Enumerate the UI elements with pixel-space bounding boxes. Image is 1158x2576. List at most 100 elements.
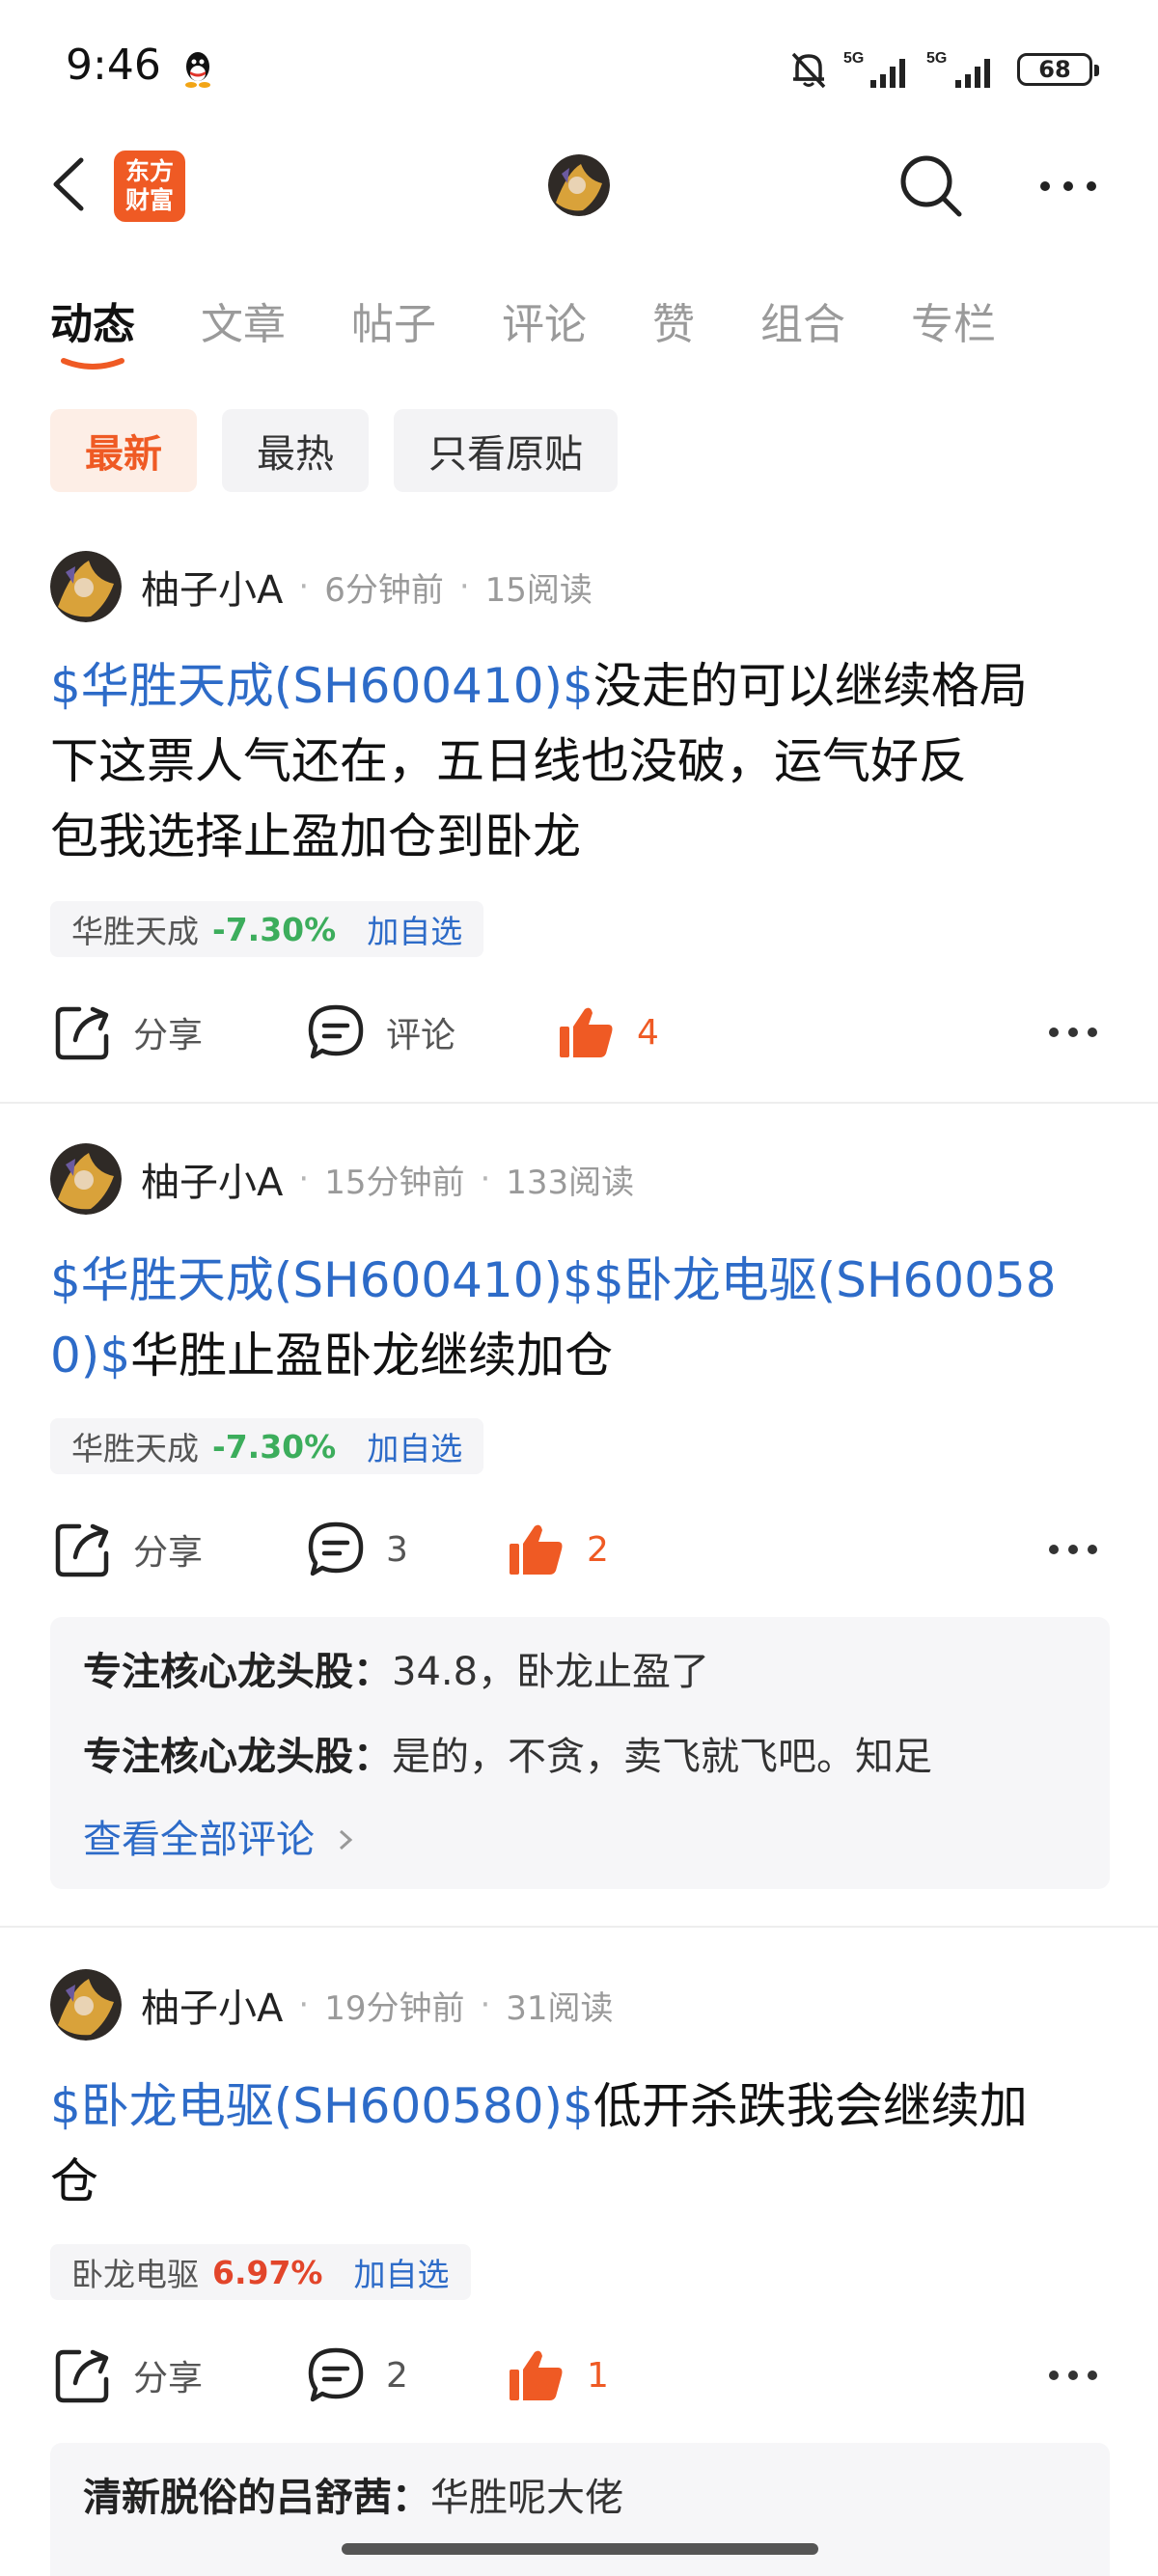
stock-tag[interactable]: 华胜天成 -7.30% 加自选 [50, 901, 484, 957]
post-text: 低开杀跌我会继续加 [593, 2078, 1028, 2134]
comment-author[interactable]: 专注核心龙头股： [83, 1650, 392, 1694]
tab-column[interactable]: 专栏 [911, 289, 996, 351]
post-text: 包我选择止盈加仓到卧龙 [50, 808, 581, 864]
more-options-icon[interactable] [1048, 1544, 1098, 1555]
post-content[interactable]: $华胜天成(SH600410)$$卧龙电驱(SH60058 0)$华胜止盈卧龙继… [50, 1243, 1112, 1393]
tab-posts[interactable]: 帖子 [351, 289, 436, 351]
tab-comments[interactable]: 评论 [502, 289, 587, 351]
more-icon[interactable] [1038, 179, 1098, 193]
back-arrow-icon[interactable] [48, 154, 91, 214]
comment-text: 是的，不贪，卖飞就飞吧。知足 [392, 1735, 932, 1779]
tab-likes[interactable]: 赞 [652, 289, 695, 351]
comment-item: 清新脱俗的吕舒茜：华胜呢大佬 [83, 2466, 623, 2522]
post-time: 6分钟前 [324, 570, 444, 610]
add-watchlist-button[interactable]: 加自选 [367, 906, 462, 952]
share-button[interactable]: 分享 [54, 994, 203, 1071]
battery-indicator: 68 [1017, 53, 1099, 86]
author-name[interactable]: 柚子小A [141, 1151, 283, 1207]
stock-link[interactable]: $卧龙电驱(SH600580)$ [50, 2078, 593, 2134]
read-count: 31阅读 [506, 1988, 614, 2028]
comment-preview[interactable]: 专注核心龙头股：34.8，卧龙止盈了 专注核心龙头股：是的，不贪，卖飞就飞吧。知… [50, 1617, 1110, 1889]
comment-author[interactable]: 清新脱俗的吕舒茜： [83, 2476, 430, 2520]
separator-dot: · [298, 1160, 310, 1198]
read-count: 133阅读 [506, 1163, 635, 1202]
filter-original-only[interactable]: 只看原贴 [394, 409, 618, 492]
stock-name: 卧龙电驱 [71, 2256, 199, 2293]
add-watchlist-button[interactable]: 加自选 [354, 2249, 450, 2295]
status-time: 9:46 [66, 41, 161, 90]
search-icon[interactable] [896, 151, 965, 220]
add-watchlist-button[interactable]: 加自选 [367, 1423, 462, 1469]
more-options-icon[interactable] [1048, 2370, 1098, 2381]
tab-dynamics[interactable]: 动态 [50, 289, 135, 351]
like-button[interactable]: 2 [508, 1511, 609, 1588]
thumbs-up-icon [510, 2350, 563, 2400]
tab-articles[interactable]: 文章 [201, 289, 286, 351]
stock-link[interactable]: $华胜天成(SH600410)$ [50, 658, 593, 714]
home-indicator[interactable] [342, 2543, 818, 2555]
filter-latest[interactable]: 最新 [50, 409, 197, 492]
like-button[interactable]: 1 [508, 2337, 609, 2414]
comment-button[interactable]: 3 [307, 1511, 408, 1588]
view-all-comments-link[interactable]: 查看全部评论 [83, 1808, 354, 1864]
stock-change: -7.30% [212, 910, 337, 948]
share-icon [55, 1006, 109, 1060]
signal-label-2: 5G [926, 50, 947, 67]
comment-button[interactable]: 评论 [307, 994, 455, 1071]
share-icon [55, 1523, 109, 1577]
comment-button[interactable]: 2 [307, 2337, 408, 2414]
comment-item: 专注核心龙头股：是的，不贪，卖飞就飞吧。知足 [83, 1725, 932, 1781]
separator-dot: · [458, 567, 470, 606]
stock-change: 6.97% [212, 2253, 323, 2291]
stock-link[interactable]: $华胜天成(SH600410)$$卧龙电驱(SH60058 [50, 1243, 1112, 1318]
chevron-right-icon [339, 1829, 352, 1850]
comment-label: 评论 [386, 1016, 456, 1055]
comment-count: 2 [386, 2355, 408, 2396]
author-name[interactable]: 柚子小A [141, 559, 283, 615]
post-time: 19分钟前 [324, 1988, 465, 2028]
comment-preview[interactable]: 清新脱俗的吕舒茜：华胜呢大佬 [50, 2443, 1110, 2576]
share-button[interactable]: 分享 [54, 2337, 203, 2414]
separator-dot: · [480, 1160, 491, 1198]
post-meta: 柚子小A · 19分钟前 · 31阅读 [50, 1968, 614, 2042]
post-text: 华胜止盈卧龙继续加仓 [130, 1328, 614, 1384]
signal-5g-icon: 5G [843, 50, 905, 88]
logo-text-2: 财富 [124, 186, 174, 214]
tab-bar: 动态 文章 帖子 评论 赞 组合 专栏 [50, 289, 1062, 351]
like-count: 2 [587, 1529, 609, 1570]
tab-active-indicator [61, 358, 124, 370]
stock-tag[interactable]: 华胜天成 -7.30% 加自选 [50, 1418, 484, 1474]
post-content[interactable]: $华胜天成(SH600410)$没走的可以继续格局 下这票人气还在，五日线也没破… [50, 648, 1112, 874]
post-text: 仓 [50, 2153, 98, 2209]
like-button[interactable]: 4 [558, 994, 659, 1071]
avatar[interactable] [50, 1143, 122, 1215]
post-meta: 柚子小A · 6分钟前 · 15阅读 [50, 550, 593, 623]
signal-label-1: 5G [843, 50, 864, 67]
post-text: 没走的可以继续格局 [593, 658, 1028, 714]
avatar[interactable] [50, 1969, 122, 2041]
stock-change: -7.30% [212, 1427, 337, 1466]
comment-icon [308, 1004, 364, 1059]
comment-author[interactable]: 专注核心龙头股： [83, 1735, 392, 1779]
separator-dot: · [298, 567, 310, 606]
post-actions: 分享 3 2 [50, 1511, 1112, 1588]
stock-link[interactable]: 0)$ [50, 1328, 130, 1384]
stock-name: 华胜天成 [71, 913, 199, 950]
comment-icon [308, 1521, 364, 1576]
like-count: 1 [587, 2355, 609, 2396]
share-label: 分享 [133, 1016, 204, 1055]
separator-dot: · [298, 1986, 310, 2024]
comment-text: 34.8，卧龙止盈了 [392, 1650, 710, 1694]
profile-avatar[interactable] [548, 154, 610, 216]
filter-hot[interactable]: 最热 [222, 409, 369, 492]
stock-tag[interactable]: 卧龙电驱 6.97% 加自选 [50, 2244, 471, 2300]
status-indicators: 5G 5G 68 [787, 44, 1099, 95]
more-options-icon[interactable] [1048, 1027, 1098, 1038]
share-button[interactable]: 分享 [54, 1511, 203, 1588]
avatar[interactable] [50, 551, 122, 622]
author-name[interactable]: 柚子小A [141, 1977, 283, 2033]
tab-portfolio[interactable]: 组合 [760, 289, 845, 351]
separator-dot: · [480, 1986, 491, 2024]
post-content[interactable]: $卧龙电驱(SH600580)$低开杀跌我会继续加 仓 [50, 2069, 1112, 2219]
share-icon [55, 2349, 109, 2403]
